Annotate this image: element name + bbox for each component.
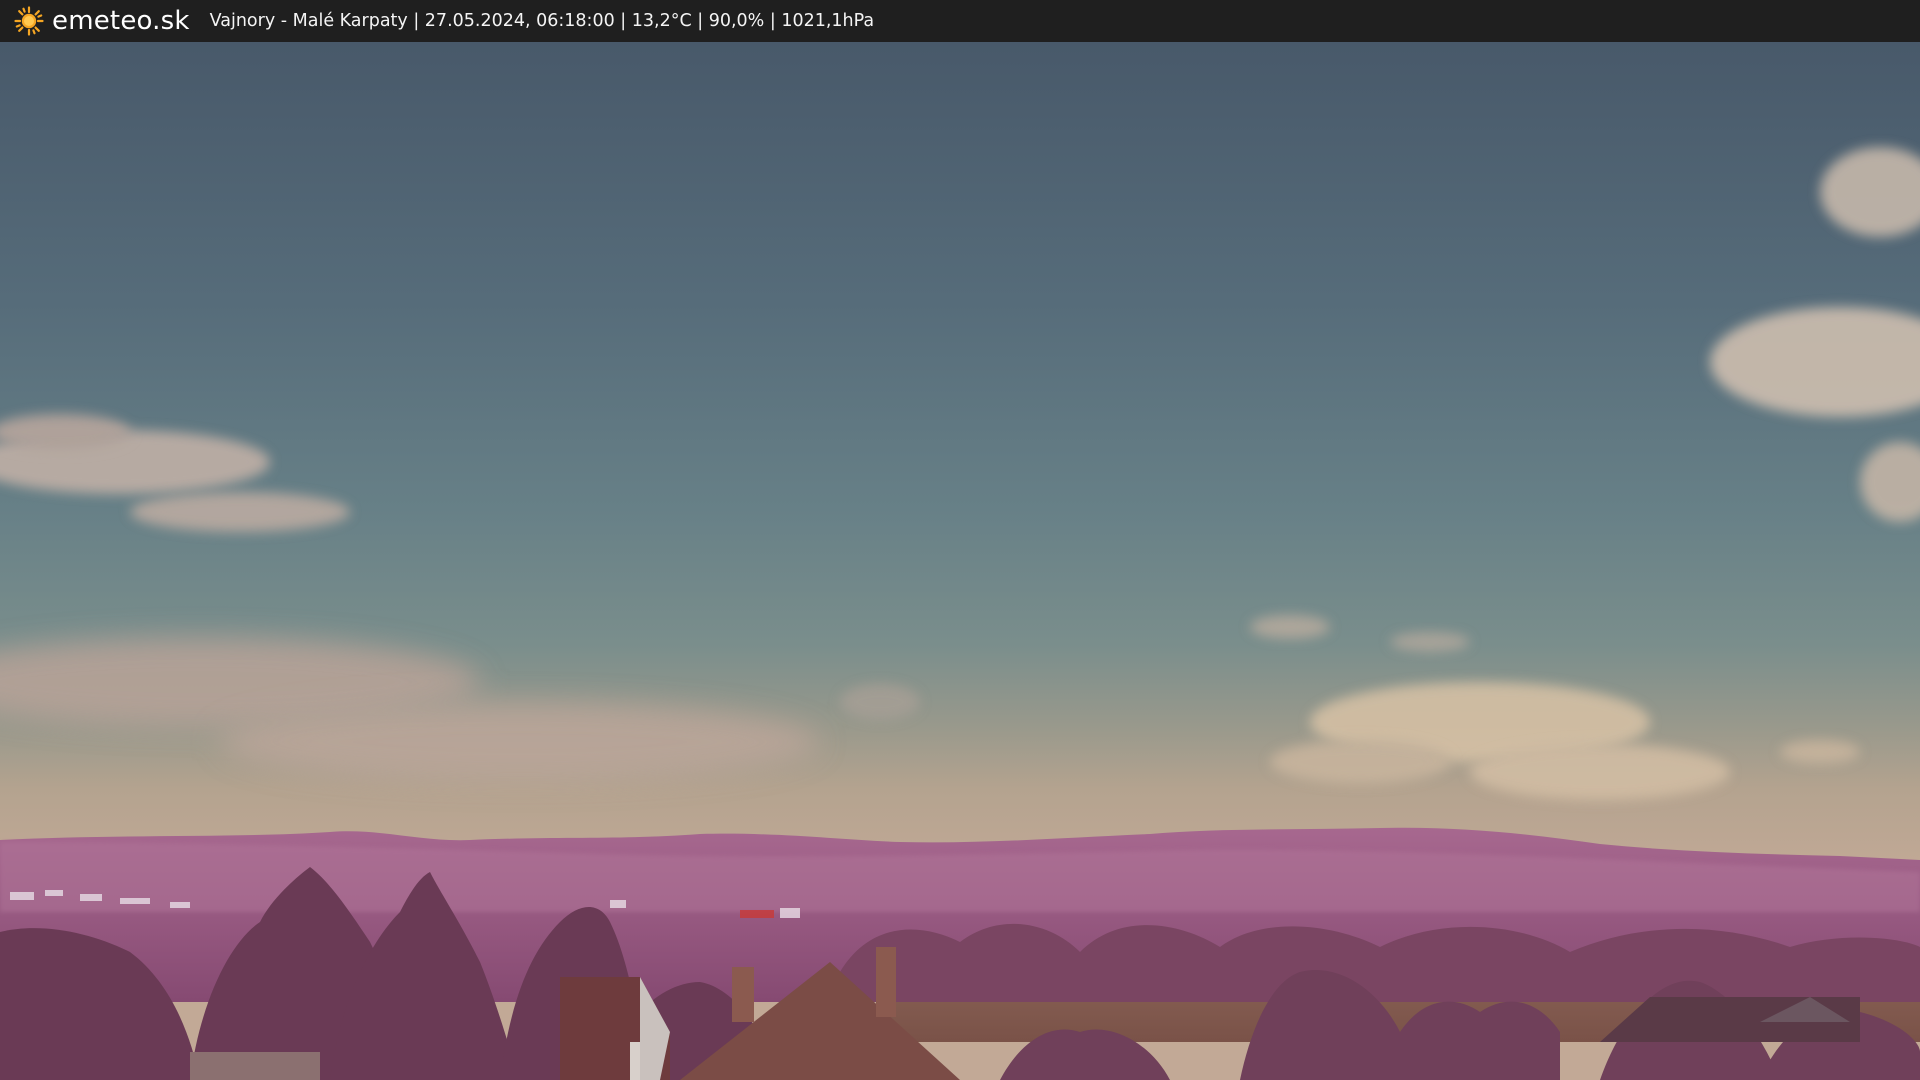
webcam-scene [0,42,1920,1080]
header-bar: emeteo.sk Vajnory - Malé Karpaty | 27.05… [0,0,1920,42]
sun-icon [14,6,44,36]
webcam-image [0,42,1920,1080]
site-name: emeteo.sk [52,6,190,36]
webcam-caption: Vajnory - Malé Karpaty | 27.05.2024, 06:… [209,11,875,31]
site-logo[interactable]: emeteo.sk [14,6,190,36]
